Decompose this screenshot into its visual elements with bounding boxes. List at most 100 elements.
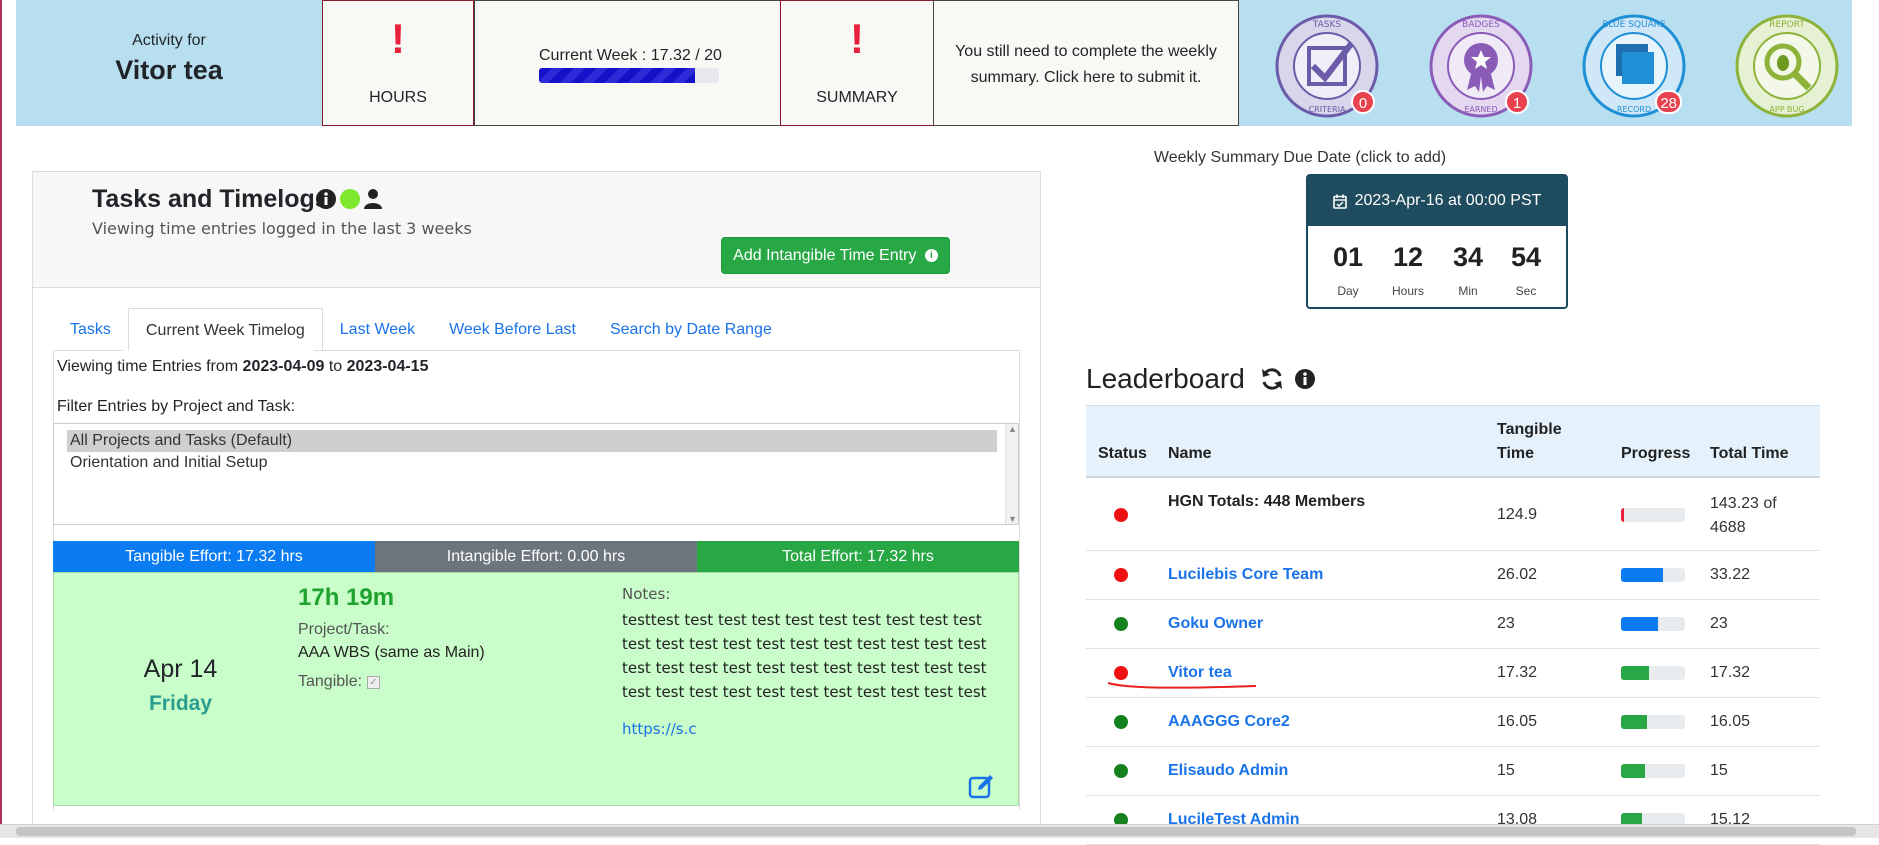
leaderboard-progress-bar <box>1621 715 1685 729</box>
horizontal-scrollbar-thumb[interactable] <box>16 827 1856 836</box>
summary-alert-box[interactable]: ! SUMMARY <box>780 0 934 126</box>
column-name[interactable]: Name <box>1168 443 1212 465</box>
date-range-text: Viewing time Entries from 2023-04-09 to … <box>57 358 428 376</box>
countdown-hours-unit: Hours <box>1391 284 1424 298</box>
badges-earned-count: 1 <box>1505 90 1529 114</box>
range-prefix: Viewing time Entries from <box>57 358 243 375</box>
filter-label: Filter Entries by Project and Task: <box>57 398 296 415</box>
leaderboard-progress-bar <box>1621 666 1685 680</box>
status-dot <box>1114 666 1128 680</box>
leaderboard-progress-fill <box>1621 508 1625 522</box>
user-icon[interactable] <box>363 188 383 210</box>
due-date-label[interactable]: Weekly Summary Due Date (click to add) <box>1080 149 1520 167</box>
countdown-hours: 12 <box>1392 242 1424 272</box>
leaderboard-tangible: 16.05 <box>1497 713 1538 730</box>
leaderboard-name[interactable]: Goku Owner <box>1168 615 1263 633</box>
tab-current-week-timelog[interactable]: Current Week Timelog <box>127 308 323 351</box>
filter-option-orientation[interactable]: Orientation and Initial Setup <box>67 452 997 474</box>
leaderboard-total: 33.22 <box>1710 563 1750 587</box>
project-task-filter-select[interactable]: All Projects and Tasks (Default) Orienta… <box>53 423 1019 525</box>
leaderboard-progress-fill <box>1621 764 1646 778</box>
column-tangible-time[interactable]: Tangible Time <box>1497 419 1562 465</box>
leaderboard-total-line1: 23 <box>1710 615 1728 632</box>
countdown-seconds-unit: Sec <box>1515 284 1537 298</box>
tab-search-by-date-range[interactable]: Search by Date Range <box>593 308 789 351</box>
leaderboard-tangible: 23 <box>1497 615 1515 632</box>
current-week-box: Current Week : 17.32 / 20 <box>474 0 781 126</box>
leaderboard-row: Goku Owner 23 23 <box>1086 600 1820 649</box>
summary-alert-icon: ! <box>850 15 864 62</box>
tasks-badge[interactable]: TASKS CRITERIA 0 <box>1275 14 1379 118</box>
leaderboard-name: HGN Totals: 448 Members <box>1168 493 1366 510</box>
leaderboard-row: AAAGGG Core2 16.05 16.05 <box>1086 698 1820 747</box>
column-tangible-line2: Time <box>1497 445 1535 462</box>
add-intangible-time-entry-button[interactable]: Add Intangible Time Entry i <box>721 237 950 274</box>
column-tangible-line1: Tangible <box>1497 421 1562 438</box>
leaderboard-progress-bar <box>1621 568 1685 582</box>
svg-text:RECORD: RECORD <box>1617 105 1651 114</box>
status-dot <box>1114 715 1128 729</box>
status-circle-icon <box>340 189 360 209</box>
scroll-down-icon[interactable]: ▼ <box>1008 514 1017 524</box>
column-total-time[interactable]: Total Time <box>1710 443 1789 465</box>
summary-label: SUMMARY <box>816 89 898 106</box>
hours-alert-box[interactable]: ! HOURS <box>322 0 474 126</box>
leaderboard-progress-bar <box>1621 508 1685 522</box>
report-bug-badge[interactable]: REPORT APP BUG <box>1735 14 1839 118</box>
leaderboard-total-line1: 15 <box>1710 762 1728 779</box>
entry-notes-link[interactable]: https://s.c <box>622 720 697 738</box>
add-button-label: Add Intangible Time Entry <box>733 247 917 264</box>
horizontal-scrollbar[interactable] <box>0 824 1879 838</box>
entry-duration: 17h 19m <box>298 584 395 611</box>
blue-square-badge[interactable]: BLUE SQUARE RECORD 28 <box>1582 14 1686 118</box>
leaderboard-tangible: 15 <box>1497 762 1515 779</box>
svg-text:REPORT: REPORT <box>1769 20 1805 30</box>
filter-scrollbar[interactable]: ▲ ▼ <box>1005 424 1018 524</box>
entry-day: Friday <box>148 692 213 715</box>
submit-summary-message[interactable]: You still need to complete the weekly su… <box>933 0 1239 126</box>
activity-user-name: Vitor tea <box>115 55 223 85</box>
leaderboard-total-line2: 4688 <box>1710 519 1746 536</box>
bug-icon: REPORT APP BUG <box>1735 14 1839 118</box>
leaderboard-name[interactable]: Elisaudo Admin <box>1168 762 1288 780</box>
tab-last-week[interactable]: Last Week <box>323 308 432 351</box>
current-week-progress-bar <box>539 68 719 83</box>
leaderboard-total: 15 <box>1710 759 1728 783</box>
info-icon[interactable] <box>315 188 337 210</box>
entry-project: AAA WBS (same as Main) <box>298 644 485 661</box>
calendar-check-icon <box>1332 194 1347 209</box>
leaderboard-name[interactable]: AAAGGG Core2 <box>1168 713 1290 731</box>
countdown-days-unit: Day <box>1337 284 1359 298</box>
svg-text:BLUE SQUARE: BLUE SQUARE <box>1602 20 1666 30</box>
column-progress[interactable]: Progress <box>1621 443 1690 465</box>
current-week-progress-fill <box>539 68 695 83</box>
tasks-card-title: Tasks and Timelogs <box>92 185 329 213</box>
leaderboard-total: 17.32 <box>1710 661 1750 685</box>
refresh-icon[interactable] <box>1260 367 1284 391</box>
activity-header: Activity for Vitor tea <box>16 0 322 126</box>
leaderboard-total-line1: 16.05 <box>1710 713 1751 730</box>
svg-text:APP BUG: APP BUG <box>1769 105 1804 114</box>
badges-earned-badge[interactable]: BADGES EARNED 1 <box>1429 14 1533 118</box>
tab-week-before-last[interactable]: Week Before Last <box>432 308 593 351</box>
column-status[interactable]: Status <box>1098 443 1147 465</box>
info-icon[interactable] <box>1294 368 1316 390</box>
leaderboard-progress-fill <box>1621 617 1659 631</box>
activity-label: Activity for <box>132 32 206 49</box>
tab-tasks[interactable]: Tasks <box>53 308 128 351</box>
due-date-header: 2023-Apr-16 at 00:00 PST <box>1308 176 1566 226</box>
entry-notes-label: Notes: <box>622 585 671 603</box>
leaderboard-total-line1: 17.32 <box>1710 664 1751 681</box>
leaderboard-total-line1: 143.23 of <box>1710 495 1777 512</box>
edit-icon[interactable] <box>968 773 994 799</box>
scroll-up-icon[interactable]: ▲ <box>1008 424 1017 434</box>
leaderboard-header: Status Name Tangible Time Progress Total… <box>1086 405 1820 478</box>
tasks-card-subtitle: Viewing time entries logged in the last … <box>92 219 472 238</box>
tangible-checkbox: ✓ <box>367 675 381 689</box>
filter-option-all[interactable]: All Projects and Tasks (Default) <box>67 430 997 452</box>
countdown-minutes: 34 <box>1452 242 1484 272</box>
leaderboard-tangible: 26.02 <box>1497 566 1538 583</box>
entry-tangible: Tangible: ✓ <box>298 673 381 691</box>
leaderboard-name[interactable]: Lucilebis Core Team <box>1168 566 1323 584</box>
leaderboard-row: HGN Totals: 448 Members 124.9 143.23 of 468… <box>1086 480 1820 551</box>
